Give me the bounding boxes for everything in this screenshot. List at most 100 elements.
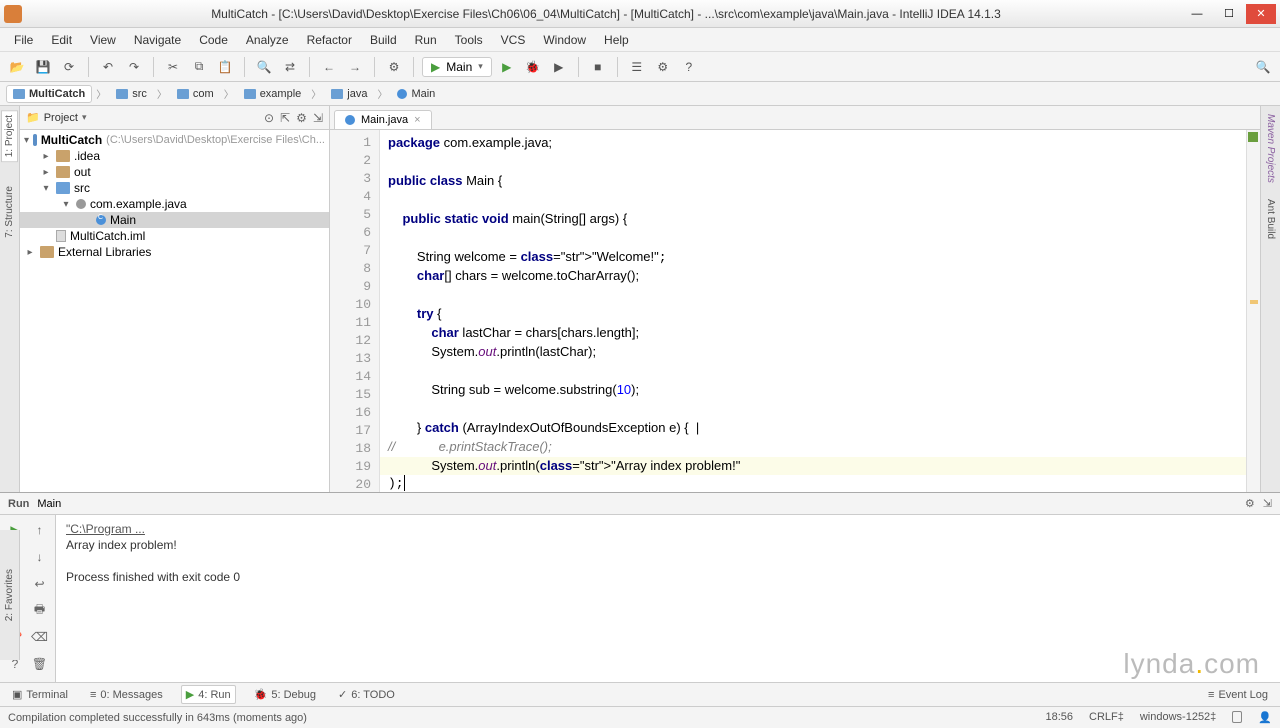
breadcrumb-item[interactable]: java bbox=[325, 86, 373, 102]
debug-icon[interactable]: 🐞 bbox=[522, 56, 544, 78]
menu-refactor[interactable]: Refactor bbox=[299, 31, 360, 49]
menu-analyze[interactable]: Analyze bbox=[238, 31, 297, 49]
coverage-icon[interactable]: ▶ bbox=[548, 56, 570, 78]
project-tool-tab[interactable]: 1: Project bbox=[1, 110, 18, 162]
terminal-tab[interactable]: ▣ Terminal bbox=[8, 686, 72, 703]
breadcrumb-item[interactable]: com bbox=[171, 86, 220, 102]
minimize-button[interactable]: — bbox=[1182, 4, 1212, 24]
close-button[interactable]: ✕ bbox=[1246, 4, 1276, 24]
structure-icon[interactable]: ☰ bbox=[626, 56, 648, 78]
menu-file[interactable]: File bbox=[6, 31, 41, 49]
forward-icon[interactable]: → bbox=[344, 56, 366, 78]
hide-icon[interactable]: ⇲ bbox=[1263, 497, 1272, 510]
breadcrumb-item[interactable]: example bbox=[238, 86, 308, 102]
project-tree[interactable]: ▾MultiCatch (C:\Users\David\Desktop\Exer… bbox=[20, 130, 329, 492]
replace-icon[interactable]: ⇄ bbox=[279, 56, 301, 78]
messages-tab[interactable]: ≡ 0: Messages bbox=[86, 687, 167, 703]
open-icon[interactable]: 📂 bbox=[6, 56, 28, 78]
breadcrumb-item[interactable]: src bbox=[110, 86, 153, 102]
lock-icon[interactable] bbox=[1232, 711, 1242, 723]
breadcrumb-item[interactable]: Main bbox=[391, 86, 441, 102]
menu-help[interactable]: Help bbox=[596, 31, 637, 49]
copy-icon[interactable]: ⧉ bbox=[188, 56, 210, 78]
tree-root[interactable]: ▾MultiCatch (C:\Users\David\Desktop\Exer… bbox=[20, 132, 329, 148]
editor-body[interactable]: 123456789101112131415161718192021 packag… bbox=[330, 130, 1260, 492]
menu-window[interactable]: Window bbox=[535, 31, 594, 49]
save-icon[interactable]: 💾 bbox=[32, 56, 54, 78]
menu-run[interactable]: Run bbox=[407, 31, 445, 49]
error-stripe[interactable] bbox=[1246, 130, 1260, 492]
run-icon[interactable]: ▶ bbox=[496, 56, 518, 78]
ant-tool-tab[interactable]: Ant Build bbox=[1263, 195, 1278, 243]
paste-icon[interactable]: 📋 bbox=[214, 56, 236, 78]
run-config-selector[interactable]: ▶ Main ▾ bbox=[422, 57, 492, 77]
menu-edit[interactable]: Edit bbox=[43, 31, 80, 49]
line-ending[interactable]: CRLF‡ bbox=[1089, 711, 1124, 724]
menu-build[interactable]: Build bbox=[362, 31, 405, 49]
maven-tool-tab[interactable]: Maven Projects bbox=[1263, 110, 1278, 187]
warning-mark[interactable] bbox=[1250, 300, 1258, 304]
autoscroll-icon[interactable]: ⊙ bbox=[264, 111, 274, 125]
undo-icon[interactable]: ↶ bbox=[97, 56, 119, 78]
settings-icon[interactable]: ⚙ bbox=[652, 56, 674, 78]
project-panel-title[interactable]: 📁 Project ▾ bbox=[26, 111, 86, 124]
separator bbox=[88, 57, 89, 77]
bottom-tool-tabs: ▣ Terminal ≡ 0: Messages ▶ 4: Run 🐞 5: D… bbox=[0, 682, 1280, 706]
hide-icon[interactable]: ⇲ bbox=[313, 111, 323, 125]
encoding[interactable]: windows-1252‡ bbox=[1140, 711, 1216, 724]
console-output[interactable]: "C:\Program ... Array index problem! Pro… bbox=[56, 515, 1280, 682]
run-config-label: Main bbox=[37, 498, 61, 510]
wrap-icon[interactable]: ↩ bbox=[29, 573, 51, 595]
tree-external-libs[interactable]: ▸External Libraries bbox=[20, 244, 329, 260]
tree-class-main[interactable]: Main bbox=[20, 212, 329, 228]
stop-icon[interactable]: ■ bbox=[587, 56, 609, 78]
debug-tab[interactable]: 🐞 5: Debug bbox=[250, 686, 320, 703]
breadcrumb-bar: MultiCatch 〉 src 〉 com 〉 example 〉 java … bbox=[0, 82, 1280, 106]
run-panel-header: Run Main ⚙ ⇲ bbox=[0, 493, 1280, 515]
maximize-button[interactable]: ☐ bbox=[1214, 4, 1244, 24]
tree-folder-idea[interactable]: ▸.idea bbox=[20, 148, 329, 164]
gear-icon[interactable]: ⚙ bbox=[1245, 497, 1255, 510]
run-title: Run bbox=[8, 498, 29, 510]
menubar: FileEditViewNavigateCodeAnalyzeRefactorB… bbox=[0, 28, 1280, 52]
clear-icon[interactable]: ⌫ bbox=[29, 626, 51, 648]
event-log-tab[interactable]: ≡ Event Log bbox=[1204, 687, 1272, 703]
up-icon[interactable]: ↑ bbox=[29, 519, 51, 541]
trash-icon[interactable]: 🗑 bbox=[29, 653, 51, 675]
menu-vcs[interactable]: VCS bbox=[493, 31, 534, 49]
editor-area: Main.java × 1234567891011121314151617181… bbox=[330, 106, 1260, 492]
tree-folder-src[interactable]: ▾src bbox=[20, 180, 329, 196]
gear-icon[interactable]: ⚙ bbox=[296, 111, 307, 125]
tree-file-iml[interactable]: MultiCatch.iml bbox=[20, 228, 329, 244]
cut-icon[interactable]: ✂ bbox=[162, 56, 184, 78]
down-icon[interactable]: ↓ bbox=[29, 546, 51, 568]
print-icon[interactable]: 🖶 bbox=[29, 599, 51, 621]
editor-tab-main[interactable]: Main.java × bbox=[334, 110, 432, 129]
redo-icon[interactable]: ↷ bbox=[123, 56, 145, 78]
help-icon[interactable]: ? bbox=[678, 56, 700, 78]
structure-tool-tab[interactable]: 7: Structure bbox=[2, 182, 17, 242]
menu-navigate[interactable]: Navigate bbox=[126, 31, 189, 49]
editor-tabs: Main.java × bbox=[330, 106, 1260, 130]
run-tab[interactable]: ▶ 4: Run bbox=[181, 685, 236, 704]
build-icon[interactable]: ⚙ bbox=[383, 56, 405, 78]
menu-tools[interactable]: Tools bbox=[447, 31, 491, 49]
tree-folder-out[interactable]: ▸out bbox=[20, 164, 329, 180]
breadcrumb-root[interactable]: MultiCatch bbox=[6, 85, 92, 103]
code-editor[interactable]: package com.example.java; public class M… bbox=[380, 130, 1260, 492]
todo-tab[interactable]: ✓ 6: TODO bbox=[334, 686, 399, 703]
favorites-tool-tab[interactable]: 2: Favorites bbox=[4, 569, 15, 621]
search-icon[interactable]: 🔍 bbox=[1252, 56, 1274, 78]
find-icon[interactable]: 🔍 bbox=[253, 56, 275, 78]
console-line: Array index problem! bbox=[66, 537, 1270, 553]
sync-icon[interactable]: ⟳ bbox=[58, 56, 80, 78]
hector-icon[interactable]: 👤 bbox=[1258, 711, 1272, 724]
project-panel-header: 📁 Project ▾ ⊙ ⇱ ⚙ ⇲ bbox=[20, 106, 329, 130]
menu-code[interactable]: Code bbox=[191, 31, 236, 49]
tree-package[interactable]: ▾com.example.java bbox=[20, 196, 329, 212]
collapse-icon[interactable]: ⇱ bbox=[280, 111, 290, 125]
back-icon[interactable]: ← bbox=[318, 56, 340, 78]
cursor-position[interactable]: 18:56 bbox=[1045, 711, 1073, 724]
close-tab-icon[interactable]: × bbox=[414, 114, 420, 126]
menu-view[interactable]: View bbox=[82, 31, 124, 49]
